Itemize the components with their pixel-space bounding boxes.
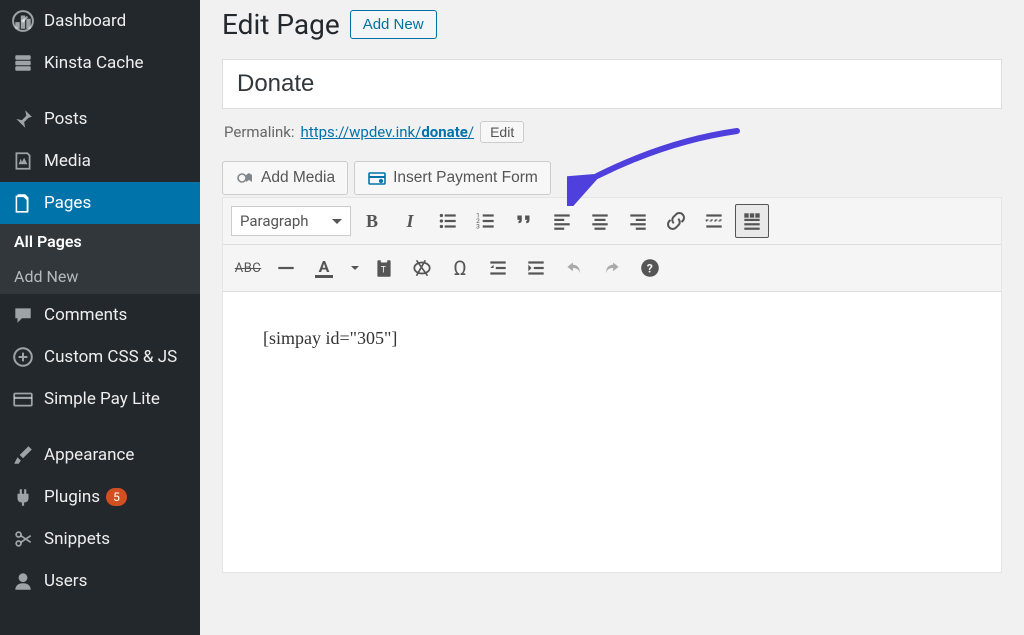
menu-comments[interactable]: Comments <box>0 294 200 336</box>
editor-content[interactable]: [simpay id="305"] <box>223 292 1001 572</box>
toolbar-row-2: ABC A T Ω ? <box>223 245 1001 292</box>
toolbar-row-1: Paragraph B I 123 <box>223 198 1001 245</box>
post-title-input[interactable] <box>222 59 1002 109</box>
plugins-update-badge: 5 <box>106 488 127 507</box>
special-character-button[interactable]: Ω <box>443 251 477 285</box>
svg-text:?: ? <box>647 261 653 275</box>
menu-appearance[interactable]: Appearance <box>0 434 200 476</box>
paste-text-button[interactable]: T <box>367 251 401 285</box>
menu-simple-pay-lite[interactable]: Simple Pay Lite <box>0 378 200 420</box>
card-icon <box>12 388 34 410</box>
add-media-button[interactable]: Add Media <box>222 161 348 195</box>
page-title: Edit Page <box>222 8 340 41</box>
svg-text:3: 3 <box>476 223 480 231</box>
align-right-button[interactable] <box>621 204 655 238</box>
editor-box: Paragraph B I 123 ABC A T Ω ? <box>222 197 1002 573</box>
camera-icon <box>235 168 255 188</box>
menu-label: Dashboard <box>44 11 126 31</box>
align-center-button[interactable] <box>583 204 617 238</box>
menu-users[interactable]: Users <box>0 560 200 602</box>
bullet-list-button[interactable] <box>431 204 465 238</box>
italic-button[interactable]: I <box>393 204 427 238</box>
strikethrough-button[interactable]: ABC <box>231 251 265 285</box>
text-color-dropdown[interactable] <box>345 251 363 285</box>
user-icon <box>12 570 34 592</box>
undo-button[interactable] <box>557 251 591 285</box>
menu-label: Pages <box>44 193 91 213</box>
permalink-edit-button[interactable]: Edit <box>480 121 524 143</box>
format-dropdown[interactable]: Paragraph <box>231 206 351 236</box>
brush-icon <box>12 444 34 466</box>
menu-label: Users <box>44 571 87 591</box>
toolbar-toggle-button[interactable] <box>735 204 769 238</box>
redo-button[interactable] <box>595 251 629 285</box>
numbered-list-button[interactable]: 123 <box>469 204 503 238</box>
menu-posts[interactable]: Posts <box>0 98 200 140</box>
menu-label: Simple Pay Lite <box>44 389 160 409</box>
submenu-add-new[interactable]: Add New <box>0 259 200 294</box>
clear-formatting-button[interactable] <box>405 251 439 285</box>
permalink-label: Permalink: <box>224 123 295 141</box>
blockquote-button[interactable] <box>507 204 541 238</box>
link-button[interactable] <box>659 204 693 238</box>
payment-form-icon <box>367 168 387 188</box>
menu-media[interactable]: Media <box>0 140 200 182</box>
menu-label: Kinsta Cache <box>44 53 144 73</box>
pages-icon <box>12 192 34 214</box>
text-color-button[interactable]: A <box>307 251 341 285</box>
menu-label: Snippets <box>44 529 110 549</box>
menu-custom-css-js[interactable]: Custom CSS & JS <box>0 336 200 378</box>
menu-plugins[interactable]: Plugins 5 <box>0 476 200 518</box>
dashboard-icon <box>12 10 34 32</box>
permalink-row: Permalink: https://wpdev.ink/donate/ Edi… <box>222 109 1002 161</box>
plugin-icon <box>12 486 34 508</box>
scissors-icon <box>12 528 34 550</box>
server-icon <box>12 52 34 74</box>
menu-label: Posts <box>44 109 87 129</box>
bold-button[interactable]: B <box>355 204 389 238</box>
pin-icon <box>12 108 34 130</box>
read-more-button[interactable] <box>697 204 731 238</box>
menu-label: Plugins <box>44 487 100 507</box>
outdent-button[interactable] <box>481 251 515 285</box>
media-icon <box>12 150 34 172</box>
submenu-all-pages[interactable]: All Pages <box>0 224 200 259</box>
add-new-button[interactable]: Add New <box>350 10 437 39</box>
indent-button[interactable] <box>519 251 553 285</box>
svg-text:T: T <box>381 265 387 275</box>
align-left-button[interactable] <box>545 204 579 238</box>
menu-label: Comments <box>44 305 127 325</box>
horizontal-rule-button[interactable] <box>269 251 303 285</box>
help-button[interactable]: ? <box>633 251 667 285</box>
menu-pages[interactable]: Pages <box>0 182 200 224</box>
menu-label: Media <box>44 151 91 171</box>
menu-dashboard[interactable]: Dashboard <box>0 0 200 42</box>
insert-payment-form-button[interactable]: Insert Payment Form <box>354 161 551 195</box>
plus-circle-icon <box>12 346 34 368</box>
menu-kinsta-cache[interactable]: Kinsta Cache <box>0 42 200 84</box>
menu-label: Custom CSS & JS <box>44 347 177 367</box>
admin-sidebar: Dashboard Kinsta Cache Posts Media Pages… <box>0 0 200 635</box>
menu-label: Appearance <box>44 445 134 465</box>
menu-snippets[interactable]: Snippets <box>0 518 200 560</box>
comment-icon <box>12 304 34 326</box>
main-content: Edit Page Add New Permalink: https://wpd… <box>200 0 1024 635</box>
permalink-link[interactable]: https://wpdev.ink/donate/ <box>301 123 475 141</box>
